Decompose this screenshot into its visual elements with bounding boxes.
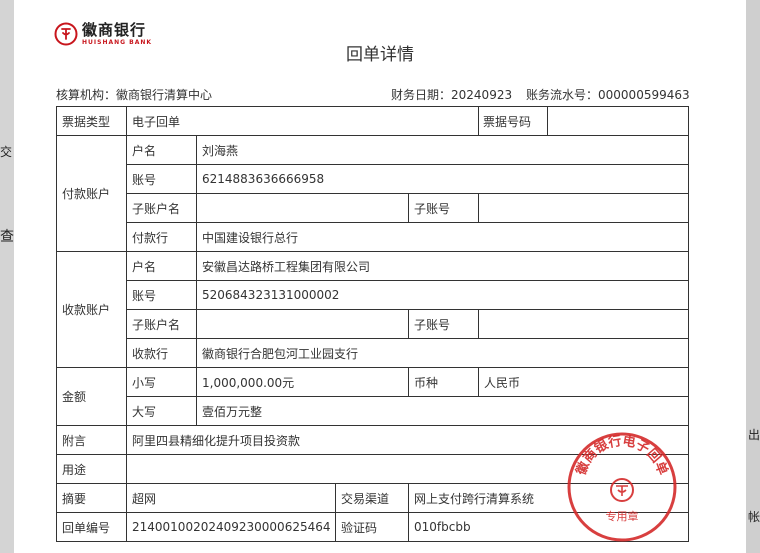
payee-name-label: 户名 xyxy=(126,251,197,281)
remark-value: 阿里四县精细化提升项目投资款 xyxy=(125,425,690,455)
payee-name-value: 安徽昌达路桥工程集团有限公司 xyxy=(195,251,690,281)
channel-value: 网上支付跨行清算系统 xyxy=(407,483,690,513)
table-row: 付款行 中国建设银行总行 xyxy=(57,222,690,252)
table-row: 付款账户 户名 刘海燕 xyxy=(56,135,690,252)
payer-bank-value: 中国建设银行总行 xyxy=(195,222,690,252)
payee-group-label: 收款账户 xyxy=(56,251,127,368)
payer-sub-no-label: 子账号 xyxy=(407,193,480,223)
background-page-right xyxy=(746,0,760,553)
payee-sub-no-label: 子账号 xyxy=(407,309,480,339)
table-row: 大写 壹佰万元整 xyxy=(57,396,690,426)
table-row: 账号 520684323131000002 xyxy=(57,280,690,310)
summary-label: 摘要 xyxy=(56,483,127,513)
table-row: 账号 6214883636666958 xyxy=(57,164,690,194)
amount-group-label: 金额 xyxy=(56,367,127,426)
table-row: 收款行 徽商银行合肥包河工业园支行 xyxy=(57,338,690,368)
payer-sub-no-value xyxy=(478,193,690,223)
table-row: 金额 小写 1,000,000.00元 币种 人民币 xyxy=(56,367,690,426)
table-row: 收款账户 户名 安徽昌达路桥工程集团有限公司 xyxy=(56,251,690,368)
verify-value: 010fbcbb xyxy=(407,512,690,542)
background-text: 查 xyxy=(0,229,14,245)
payer-account-value: 6214883636666958 xyxy=(195,164,690,194)
table-row: 票据类型 电子回单 票据号码 xyxy=(56,106,690,136)
table-row: 子账户名 子账号 xyxy=(57,309,690,339)
currency-value: 人民币 xyxy=(478,367,690,397)
amount-upper-value: 壹佰万元整 xyxy=(195,396,690,426)
receipt-no-label: 回单编号 xyxy=(56,512,127,542)
background-page-left xyxy=(0,0,14,553)
receipt-no-value: 21400100202409230000625464 3 xyxy=(126,512,336,542)
amount-upper-label: 大写 xyxy=(126,396,197,426)
table-row: 附言 阿里四县精细化提升项目投资款 xyxy=(56,425,690,455)
payee-account-value: 520684323131000002 xyxy=(195,280,690,310)
payer-account-label: 账号 xyxy=(126,164,197,194)
payer-name-label: 户名 xyxy=(126,135,197,165)
purpose-value xyxy=(125,454,690,484)
meta-org: 核算机构：徽商银行清算中心 xyxy=(56,88,213,102)
payer-group-label: 付款账户 xyxy=(56,135,127,252)
payer-name-value: 刘海燕 xyxy=(195,135,690,165)
payer-sub-name-value xyxy=(196,193,409,223)
channel-label: 交易渠道 xyxy=(335,483,409,513)
bill-no-label: 票据号码 xyxy=(480,107,549,135)
verify-label: 验证码 xyxy=(335,512,409,542)
bill-type-value: 电子回单 xyxy=(125,106,480,136)
currency-label: 币种 xyxy=(407,367,480,397)
purpose-label: 用途 xyxy=(56,454,127,484)
bank-name-cn: 徽商银行 xyxy=(82,20,147,39)
table-row: 回单编号 21400100202409230000625464 3 验证码 01… xyxy=(56,512,690,542)
payee-sub-name-value xyxy=(196,309,409,339)
table-row: 摘要 超网 交易渠道 网上支付跨行清算系统 xyxy=(56,483,690,513)
background-text: 交 xyxy=(0,145,13,159)
payer-bank-label: 付款行 xyxy=(126,222,197,252)
receipt-table: 票据类型 电子回单 票据号码 付款账户 户名 刘海燕 账号 6214883636… xyxy=(56,106,690,542)
payee-account-label: 账号 xyxy=(126,280,197,310)
payee-sub-no-value xyxy=(478,309,690,339)
amount-lower-label: 小写 xyxy=(126,367,197,397)
background-text: 出 xyxy=(748,428,760,442)
payee-sub-name-label: 子账户名 xyxy=(126,309,197,339)
table-row: 用途 xyxy=(56,454,690,484)
background-text: 帐 xyxy=(748,510,760,524)
payee-bank-label: 收款行 xyxy=(126,338,197,368)
remark-label: 附言 xyxy=(56,425,127,455)
meta-date: 财务日期：20240923 xyxy=(391,88,513,102)
meta-serial: 账务流水号：000000599463 xyxy=(526,88,690,102)
page-title: 回单详情 xyxy=(346,45,414,65)
summary-value: 超网 xyxy=(126,483,336,513)
amount-lower-value: 1,000,000.00元 xyxy=(196,367,409,397)
payer-sub-name-label: 子账户名 xyxy=(126,193,197,223)
receipt-detail-modal: 徽商银行 HUISHANG BANK 回单详情 核算机构：徽商银行清算中心 财务… xyxy=(14,0,746,553)
bill-no-value: 票据号码 xyxy=(478,106,690,136)
table-row: 子账户名 子账号 xyxy=(57,193,690,223)
bill-type-label: 票据类型 xyxy=(56,106,127,136)
payee-bank-value: 徽商银行合肥包河工业园支行 xyxy=(195,338,690,368)
